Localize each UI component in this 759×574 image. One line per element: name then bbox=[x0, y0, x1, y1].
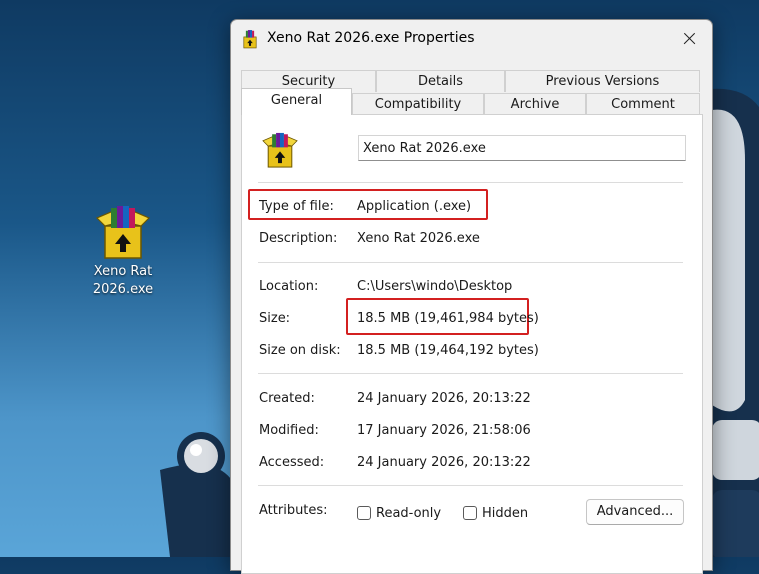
description-value: Xeno Rat 2026.exe bbox=[357, 231, 480, 246]
tab-previous-versions[interactable]: Previous Versions bbox=[505, 70, 700, 92]
tab-details[interactable]: Details bbox=[376, 70, 505, 92]
created-label: Created: bbox=[259, 391, 315, 406]
divider bbox=[258, 182, 683, 183]
size-on-disk-label: Size on disk: bbox=[259, 343, 341, 358]
divider bbox=[258, 262, 683, 263]
desktop-icon-label-1: Xeno Rat bbox=[93, 264, 153, 279]
attributes-label: Attributes: bbox=[259, 503, 328, 518]
desktop-file-icon[interactable]: Xeno Rat 2026.exe bbox=[80, 200, 166, 300]
accessed-label: Accessed: bbox=[259, 455, 325, 470]
general-tab-panel: Type of file: Application (.exe) Descrip… bbox=[241, 114, 703, 574]
winrar-archive-icon bbox=[259, 129, 301, 171]
modified-label: Modified: bbox=[259, 423, 319, 438]
modified-value: 17 January 2026, 21:58:06 bbox=[357, 423, 531, 438]
advanced-button[interactable]: Advanced... bbox=[586, 499, 684, 525]
checkbox-box[interactable] bbox=[357, 506, 371, 520]
accessed-value: 24 January 2026, 20:13:22 bbox=[357, 455, 531, 470]
checkbox-box[interactable] bbox=[463, 506, 477, 520]
readonly-checkbox[interactable]: Read-only bbox=[357, 503, 441, 523]
created-value: 24 January 2026, 20:13:22 bbox=[357, 391, 531, 406]
size-label: Size: bbox=[259, 311, 291, 326]
tab-general[interactable]: General bbox=[241, 88, 352, 115]
hidden-label: Hidden bbox=[482, 505, 529, 521]
tab-comment[interactable]: Comment bbox=[586, 93, 700, 115]
hidden-checkbox[interactable]: Hidden bbox=[463, 503, 528, 523]
size-on-disk-value: 18.5 MB (19,464,192 bytes) bbox=[357, 343, 539, 358]
readonly-label: Read-only bbox=[376, 505, 442, 521]
properties-dialog: Xeno Rat 2026.exe Properties Security De… bbox=[230, 19, 713, 574]
tab-compatibility[interactable]: Compatibility bbox=[352, 93, 484, 115]
tab-archive[interactable]: Archive bbox=[484, 93, 586, 115]
size-value: 18.5 MB (19,461,984 bytes) bbox=[357, 311, 539, 326]
type-label: Type of file: bbox=[259, 199, 334, 214]
close-button[interactable] bbox=[672, 24, 706, 54]
file-name-input[interactable] bbox=[358, 135, 686, 161]
divider bbox=[258, 373, 683, 374]
dialog-title: Xeno Rat 2026.exe Properties bbox=[267, 30, 475, 46]
type-value: Application (.exe) bbox=[357, 199, 472, 214]
divider bbox=[258, 485, 683, 486]
location-label: Location: bbox=[259, 279, 319, 294]
description-label: Description: bbox=[259, 231, 338, 246]
location-value: C:\Users\windo\Desktop bbox=[357, 279, 513, 294]
title-bar[interactable]: Xeno Rat 2026.exe Properties bbox=[231, 20, 712, 58]
desktop-icon-label-2: 2026.exe bbox=[92, 282, 154, 297]
winrar-archive-icon bbox=[91, 200, 155, 264]
winrar-archive-icon bbox=[239, 28, 261, 50]
